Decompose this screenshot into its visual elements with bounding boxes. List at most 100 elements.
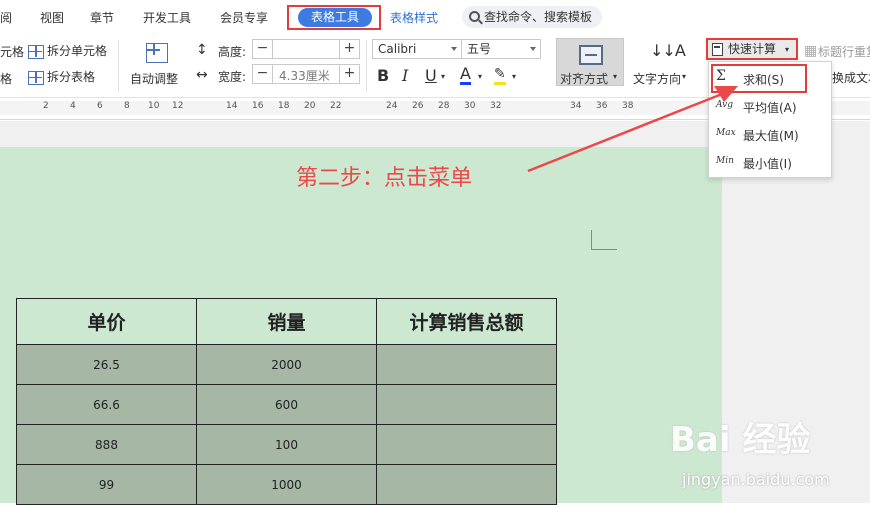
height-plus-button[interactable]: + xyxy=(339,40,359,58)
table-cell[interactable]: 1000 xyxy=(196,464,377,505)
ruler-number: 36 xyxy=(596,101,608,111)
chevron-down-icon xyxy=(451,47,457,51)
height-minus-button[interactable]: − xyxy=(253,40,273,58)
table-cell[interactable] xyxy=(376,424,557,465)
min-icon: Min xyxy=(716,156,734,166)
chevron-down-icon: ▾ xyxy=(785,45,790,54)
chevron-down-icon[interactable]: ▾ xyxy=(512,72,516,81)
width-stepper[interactable]: − 4.33厘米 + xyxy=(252,64,360,84)
header-total-sales[interactable]: 计算销售总额 xyxy=(376,298,557,345)
watermark-url: jingyan.baidu.com xyxy=(682,470,830,489)
menu-item-min[interactable]: Min 最小值(I) xyxy=(709,149,831,177)
width-minus-button[interactable]: − xyxy=(253,65,273,83)
split-cell-icon xyxy=(28,44,44,59)
tab-member[interactable]: 会员专享 xyxy=(220,9,268,26)
repeat-header-icon: ▦ xyxy=(804,43,818,59)
table-cell[interactable]: 26.5 xyxy=(16,344,197,385)
split-table-icon xyxy=(28,70,44,85)
split-cell-button[interactable]: 拆分单元格 xyxy=(28,42,107,59)
ruler-number: 4 xyxy=(70,101,76,111)
baidu-watermark: Bai 经验 jingyan.baidu.com xyxy=(670,412,860,500)
quick-calc-button[interactable]: 快速计算 ▾ xyxy=(706,38,798,60)
tab-chapter[interactable]: 章节 xyxy=(90,9,114,26)
repeat-header-button[interactable]: 标题行重复 xyxy=(818,43,870,60)
font-color-button[interactable]: A xyxy=(460,66,471,85)
menu-item-label: 最大值(M) xyxy=(743,129,799,143)
ruler-number: 20 xyxy=(304,101,316,111)
search-box[interactable]: 查找命令、搜索模板 xyxy=(462,6,602,28)
menu-item-label: 平均值(A) xyxy=(743,101,797,115)
underline-button[interactable]: U xyxy=(425,66,437,85)
max-icon: Max xyxy=(716,128,736,138)
chevron-down-icon: ▾ xyxy=(682,72,687,81)
align-icon xyxy=(579,45,603,65)
search-label: 查找命令、搜索模板 xyxy=(484,10,593,24)
table-cell[interactable] xyxy=(376,464,557,505)
height-label: 高度: xyxy=(218,45,247,59)
header-quantity[interactable]: 销量 xyxy=(196,298,377,345)
auto-adjust-label: 自动调整 xyxy=(130,72,179,86)
tab-developer[interactable]: 开发工具 xyxy=(143,9,191,26)
italic-button[interactable]: I xyxy=(402,66,408,85)
auto-adjust-button[interactable]: 自动调整 xyxy=(127,38,189,88)
chevron-down-icon[interactable]: ▾ xyxy=(478,72,482,81)
ruler-number: 8 xyxy=(124,101,130,111)
height-icon: ↕ xyxy=(196,42,208,58)
font-size-select[interactable]: 五号 xyxy=(461,39,541,59)
width-label: 宽度: xyxy=(218,70,247,84)
tab-view[interactable]: 视图 xyxy=(40,9,64,26)
table-cell[interactable] xyxy=(376,384,557,425)
menu-item-average[interactable]: Avg 平均值(A) xyxy=(709,93,831,121)
table-cell[interactable]: 2000 xyxy=(196,344,377,385)
table-cell[interactable]: 888 xyxy=(16,424,197,465)
font-name-select[interactable]: Calibri xyxy=(372,39,462,59)
baidu-logo: Bai 经验 xyxy=(670,420,811,460)
chevron-down-icon[interactable]: ▾ xyxy=(441,72,445,81)
ruler-number: 32 xyxy=(490,101,502,111)
font-name-value: Calibri xyxy=(378,42,417,56)
highlight-pen-icon[interactable]: ✎ xyxy=(494,66,506,85)
table-cell[interactable]: 100 xyxy=(196,424,377,465)
height-stepper[interactable]: − + xyxy=(252,39,360,59)
tab-review[interactable]: 阅 xyxy=(0,9,12,26)
ruler-number: 34 xyxy=(570,101,582,111)
width-plus-button[interactable]: + xyxy=(339,65,359,83)
split-cell-label: 拆分单元格 xyxy=(47,44,108,58)
width-icon: ↔ xyxy=(196,67,208,83)
header-unit-price[interactable]: 单价 xyxy=(16,298,197,345)
tab-table-tools[interactable]: 表格工具 xyxy=(298,8,372,27)
table-header-row: 单价 销量 计算销售总额 xyxy=(16,298,557,345)
text-direction-label: 文字方向 xyxy=(633,72,682,86)
menu-item-max[interactable]: Max 最大值(M) xyxy=(709,121,831,149)
menu-tab-bar: 阅 视图 章节 开发工具 会员专享 表格工具 表格样式 查找命令、搜索模板 xyxy=(0,0,870,34)
table-row: 26.5 2000 xyxy=(16,344,557,385)
ribbon-divider xyxy=(366,40,367,92)
table-cell[interactable]: 66.6 xyxy=(16,384,197,425)
tab-table-style[interactable]: 表格样式 xyxy=(390,9,438,26)
partial-left-button-2[interactable]: 格 xyxy=(0,70,12,87)
ruler-number: 28 xyxy=(438,101,450,111)
ruler-number: 16 xyxy=(252,101,264,111)
bold-button[interactable]: B xyxy=(377,66,389,85)
ruler-number: 2 xyxy=(43,101,49,111)
menu-item-label: 求和(S) xyxy=(743,73,784,87)
table-cell[interactable]: 99 xyxy=(16,464,197,505)
menu-item-sum[interactable]: Σ 求和(S) xyxy=(709,65,831,93)
split-table-button[interactable]: 拆分表格 xyxy=(28,68,95,85)
align-button[interactable]: 对齐方式 ▾ xyxy=(556,38,624,86)
ruler-number: 24 xyxy=(386,101,398,111)
convert-text-button[interactable]: 换成文本 xyxy=(832,69,870,86)
ribbon-divider xyxy=(118,40,119,92)
page-margin-mark xyxy=(591,230,617,250)
table-cell[interactable]: 600 xyxy=(196,384,377,425)
search-icon xyxy=(469,11,480,22)
ruler-number: 30 xyxy=(464,101,476,111)
text-direction-button[interactable]: ↓↓A 文字方向 ▾ xyxy=(630,38,690,88)
menu-item-label: 最小值(I) xyxy=(743,157,792,171)
ruler-number: 10 xyxy=(148,101,160,111)
table-cell[interactable] xyxy=(376,344,557,385)
width-value: 4.33厘米 xyxy=(279,69,330,83)
chevron-down-icon xyxy=(530,47,536,51)
partial-left-button-1[interactable]: 元格 xyxy=(0,43,24,60)
split-table-label: 拆分表格 xyxy=(47,70,96,84)
